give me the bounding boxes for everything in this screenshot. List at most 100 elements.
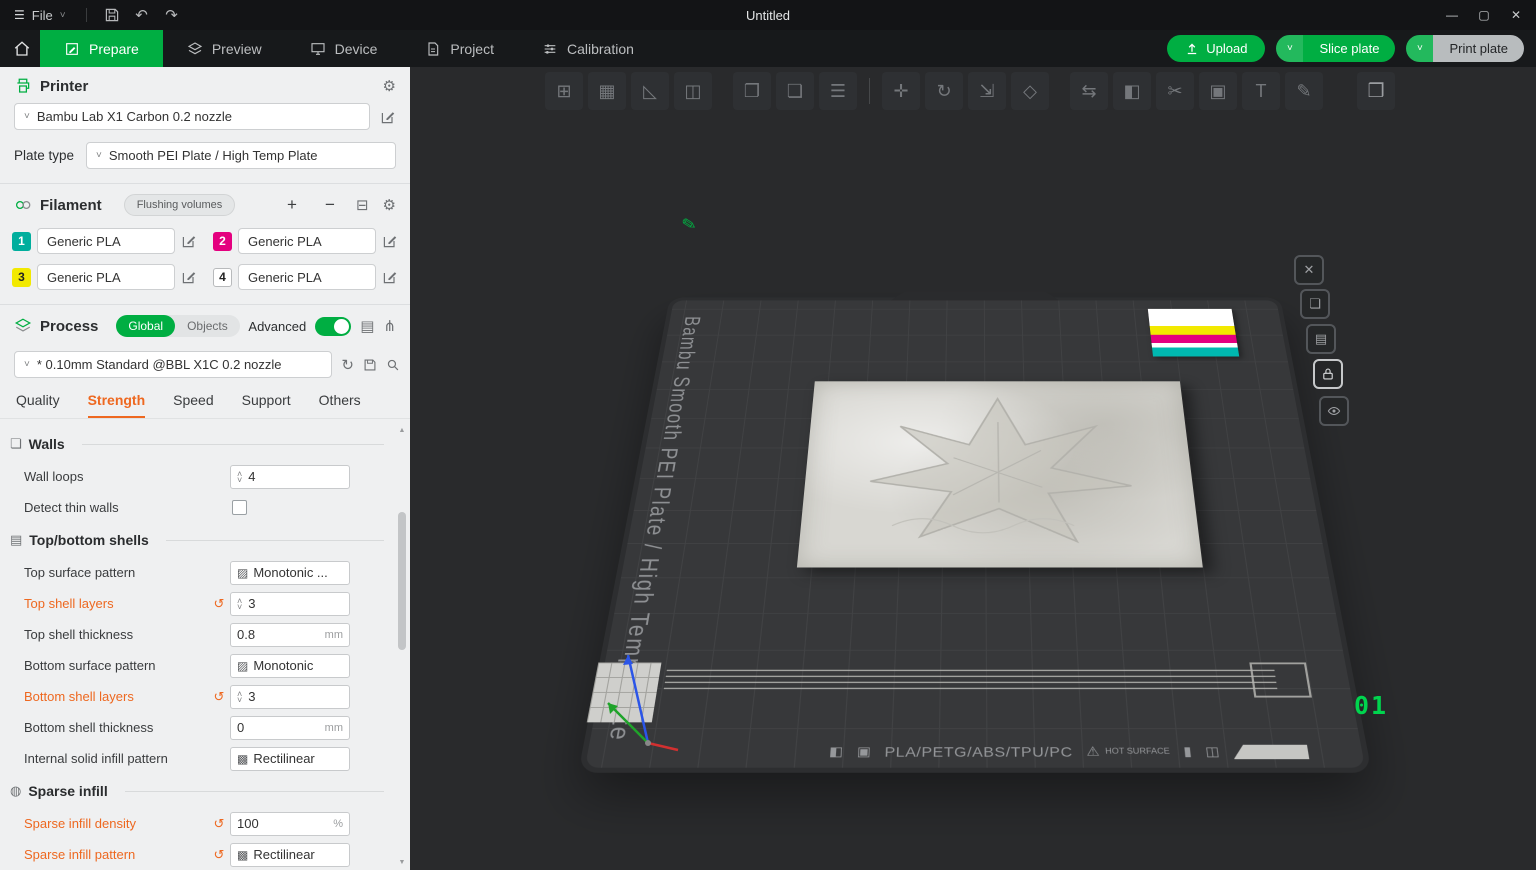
compare-presets-icon[interactable]: ⋔ bbox=[383, 317, 396, 335]
top-surface-pattern-select[interactable]: ▨ Monotonic ... bbox=[230, 561, 350, 585]
minimize-button[interactable]: — bbox=[1436, 0, 1468, 30]
process-preset-select[interactable]: ˅ * 0.10mm Standard @BBL X1C 0.2 nozzle bbox=[14, 351, 332, 378]
paint-icon[interactable]: ✎ bbox=[1285, 72, 1323, 110]
filament-color-chip[interactable]: 3 bbox=[12, 268, 31, 287]
top-shell-layers-spinner[interactable]: ˄˅ 3 bbox=[230, 592, 350, 616]
filament-select-3[interactable]: Generic PLA bbox=[37, 264, 175, 290]
filament-select-4[interactable]: Generic PLA bbox=[238, 264, 376, 290]
edit-filament-icon[interactable] bbox=[382, 233, 398, 249]
scroll-down-icon[interactable]: ▼ bbox=[399, 859, 406, 866]
reset-preset-icon[interactable]: ↻ bbox=[341, 356, 354, 374]
tab-others[interactable]: Others bbox=[319, 392, 361, 418]
add-filament-button[interactable]: + bbox=[280, 195, 304, 215]
bottom-shell-thickness-input[interactable]: 0 mm bbox=[230, 716, 350, 740]
viewport-3d[interactable]: ⊞ ▦ ◺ ◫ ❐ ❏ ☰ ✛ ↻ ⇲ ◇ ⇆ ◧ ✂ ▣ T ✎ bbox=[410, 67, 1536, 870]
assembly-view-icon[interactable]: ❒ bbox=[1357, 72, 1395, 110]
tab-preview[interactable]: Preview bbox=[163, 30, 286, 67]
spinner-arrows-icon[interactable]: ˄˅ bbox=[237, 598, 242, 610]
filament-select-2[interactable]: Generic PLA bbox=[238, 228, 376, 254]
tab-calibration[interactable]: Calibration bbox=[518, 30, 658, 67]
tab-speed[interactable]: Speed bbox=[173, 392, 213, 418]
parameter-table-icon[interactable]: ▤ bbox=[360, 317, 374, 335]
print-plate-button[interactable]: ˅ Print plate bbox=[1406, 35, 1524, 62]
bottom-shell-layers-spinner[interactable]: ˄˅ 3 bbox=[230, 685, 350, 709]
split-icon[interactable]: ◧ bbox=[1113, 72, 1151, 110]
scope-objects[interactable]: Objects bbox=[175, 315, 240, 337]
add-model-icon[interactable]: ⊞ bbox=[545, 72, 583, 110]
reset-icon[interactable]: ↺ bbox=[214, 847, 225, 863]
print-dropdown-chevron-icon[interactable]: ˅ bbox=[1406, 35, 1433, 62]
sparse-infill-pattern-select[interactable]: ▩ Rectilinear bbox=[230, 843, 350, 867]
ams-sync-icon[interactable]: ⊟ bbox=[356, 196, 369, 214]
save-button[interactable] bbox=[97, 0, 127, 30]
paste-icon[interactable]: ❏ bbox=[776, 72, 814, 110]
edit-filament-icon[interactable] bbox=[181, 269, 197, 285]
tab-device[interactable]: Device bbox=[286, 30, 402, 67]
visibility-icon[interactable] bbox=[1319, 396, 1349, 426]
remove-filament-button[interactable]: − bbox=[318, 195, 342, 215]
redo-button[interactable]: ↷ bbox=[157, 0, 187, 30]
add-plate-icon[interactable]: ▦ bbox=[588, 72, 626, 110]
upload-button[interactable]: Upload bbox=[1167, 35, 1265, 62]
mirror-icon[interactable]: ⇆ bbox=[1070, 72, 1108, 110]
tab-support[interactable]: Support bbox=[242, 392, 291, 418]
cut-icon[interactable]: ✂ bbox=[1156, 72, 1194, 110]
bottom-surface-pattern-select[interactable]: ▨ Monotonic bbox=[230, 654, 350, 678]
print-plate-label[interactable]: Print plate bbox=[1433, 35, 1524, 62]
auto-orient-icon[interactable]: ◺ bbox=[631, 72, 669, 110]
edit-filament-icon[interactable] bbox=[382, 269, 398, 285]
layers-icon[interactable]: ☰ bbox=[819, 72, 857, 110]
tab-strength[interactable]: Strength bbox=[88, 392, 146, 418]
mesh-boolean-icon[interactable]: ▣ bbox=[1199, 72, 1237, 110]
rotate-icon[interactable]: ↻ bbox=[925, 72, 963, 110]
filament-settings-gear-icon[interactable]: ⚙ bbox=[383, 196, 396, 214]
scroll-up-icon[interactable]: ▲ bbox=[399, 427, 406, 434]
close-button[interactable]: ✕ bbox=[1500, 0, 1532, 30]
tab-project[interactable]: Project bbox=[401, 30, 518, 67]
filament-color-chip[interactable]: 1 bbox=[12, 232, 31, 251]
wall-loops-spinner[interactable]: ˄˅ 4 bbox=[230, 465, 350, 489]
save-preset-icon[interactable] bbox=[363, 358, 377, 372]
top-shell-thickness-input[interactable]: 0.8 mm bbox=[230, 623, 350, 647]
plate-edit-icon[interactable]: ✎ bbox=[680, 214, 698, 237]
printer-settings-gear-icon[interactable]: ⚙ bbox=[383, 77, 396, 95]
maximize-button[interactable]: ▢ bbox=[1468, 0, 1500, 30]
advanced-toggle[interactable] bbox=[315, 317, 351, 336]
plate-name-icon[interactable]: ▤ bbox=[1306, 324, 1336, 354]
move-icon[interactable]: ✛ bbox=[882, 72, 920, 110]
undo-button[interactable]: ↶ bbox=[127, 0, 157, 30]
home-button[interactable] bbox=[4, 30, 40, 67]
scale-icon[interactable]: ⇲ bbox=[968, 72, 1006, 110]
slice-plate-label[interactable]: Slice plate bbox=[1303, 35, 1395, 62]
reset-icon[interactable]: ↺ bbox=[214, 816, 225, 832]
build-plate-surface[interactable]: Bambu Smooth PEI Plate / High Temp Plate bbox=[585, 300, 1365, 767]
sparse-infill-density-input[interactable]: 100 % bbox=[230, 812, 350, 836]
spinner-arrows-icon[interactable]: ˄˅ bbox=[237, 691, 242, 703]
flushing-volumes-button[interactable]: Flushing volumes bbox=[124, 194, 236, 216]
arrange-icon[interactable]: ◫ bbox=[674, 72, 712, 110]
lithophane-model[interactable] bbox=[797, 381, 1203, 567]
filament-select-1[interactable]: Generic PLA bbox=[37, 228, 175, 254]
close-plate-icon[interactable]: ✕ bbox=[1294, 255, 1324, 285]
detect-thin-walls-checkbox[interactable] bbox=[232, 500, 247, 515]
add-text-icon[interactable]: T bbox=[1242, 72, 1280, 110]
reset-icon[interactable]: ↺ bbox=[214, 689, 225, 705]
tab-quality[interactable]: Quality bbox=[16, 392, 60, 418]
printer-preset-select[interactable]: ˅ Bambu Lab X1 Carbon 0.2 nozzle bbox=[14, 103, 370, 130]
filament-color-chip[interactable]: 2 bbox=[213, 232, 232, 251]
slice-plate-button[interactable]: ˅ Slice plate bbox=[1276, 35, 1395, 62]
filament-color-chip[interactable]: 4 bbox=[213, 268, 232, 287]
slice-dropdown-chevron-icon[interactable]: ˅ bbox=[1276, 35, 1303, 62]
edit-printer-icon[interactable] bbox=[380, 109, 396, 125]
scope-global[interactable]: Global bbox=[116, 315, 175, 337]
tab-prepare[interactable]: Prepare bbox=[40, 30, 163, 67]
internal-solid-infill-pattern-select[interactable]: ▩ Rectilinear bbox=[230, 747, 350, 771]
plate-settings-icon[interactable]: ❏ bbox=[1300, 289, 1330, 319]
copy-icon[interactable]: ❐ bbox=[733, 72, 771, 110]
scrollbar-thumb[interactable] bbox=[398, 512, 406, 650]
edit-filament-icon[interactable] bbox=[181, 233, 197, 249]
spinner-arrows-icon[interactable]: ˄˅ bbox=[237, 471, 242, 483]
file-menu[interactable]: ☰ File ˅ bbox=[4, 0, 76, 30]
reset-icon[interactable]: ↺ bbox=[214, 596, 225, 612]
sidebar-scrollbar[interactable]: ▲ ▼ bbox=[396, 427, 408, 866]
